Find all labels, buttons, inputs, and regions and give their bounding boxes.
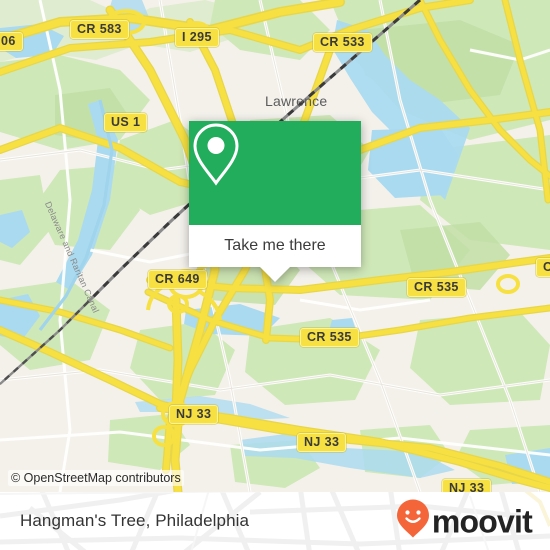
- road-shield-206[interactable]: 06: [0, 32, 23, 51]
- moovit-map-screenshot: Lawrence Delaware and Raritan Canal 06 C…: [0, 0, 550, 550]
- moovit-pin-smile-icon: [396, 499, 430, 544]
- map-canvas[interactable]: Lawrence Delaware and Raritan Canal 06 C…: [0, 0, 550, 492]
- location-popup-card[interactable]: Take me there: [189, 121, 361, 282]
- road-shield-cr-583[interactable]: CR 583: [70, 20, 129, 39]
- road-shield-us-1[interactable]: US 1: [104, 113, 148, 132]
- road-shield-cr-partial-right[interactable]: C: [536, 258, 550, 277]
- take-me-there-label: Take me there: [224, 237, 326, 254]
- road-shield-nj-33-c[interactable]: NJ 33: [442, 479, 492, 492]
- osm-attribution[interactable]: © OpenStreetMap contributors: [8, 470, 184, 486]
- popup-card-pointer: [260, 267, 290, 282]
- road-shield-nj-33-b[interactable]: NJ 33: [297, 433, 347, 452]
- footer-bar: Hangman's Tree, Philadelphia moovit: [0, 492, 550, 550]
- road-shield-cr-535-a[interactable]: CR 535: [407, 278, 466, 297]
- moovit-logo[interactable]: moovit: [396, 499, 533, 544]
- page-title: Hangman's Tree, Philadelphia: [20, 511, 250, 530]
- take-me-there-button[interactable]: Take me there: [189, 225, 361, 267]
- road-shield-cr-649[interactable]: CR 649: [148, 270, 207, 289]
- road-shield-i-295[interactable]: I 295: [175, 28, 219, 47]
- road-shield-cr-533[interactable]: CR 533: [313, 33, 372, 52]
- road-shield-nj-33-a[interactable]: NJ 33: [169, 405, 219, 424]
- road-shield-cr-535-b[interactable]: CR 535: [300, 328, 359, 347]
- moovit-wordmark: moovit: [431, 503, 533, 539]
- popup-card-header: [189, 121, 361, 225]
